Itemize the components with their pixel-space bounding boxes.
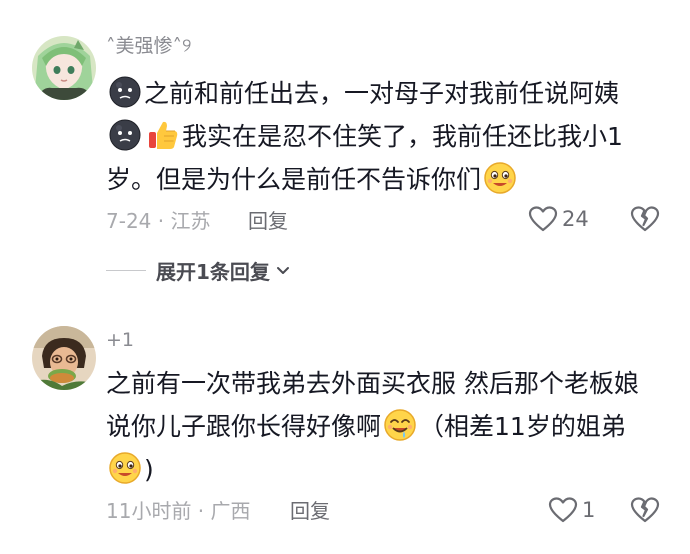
comment-meta: 11小时前 · 广西 [106, 499, 251, 523]
heart-outline-icon [548, 497, 578, 523]
comment-text-line-2a: 说你儿子跟你长得好像啊 [106, 412, 382, 441]
comment-line: 之前有一次带我弟去外面买衣服 然后那个老板娘 [106, 362, 666, 405]
comment-text-line-1: 之前有一次带我弟去外面买衣服 然后那个老板娘 [106, 369, 639, 398]
dislike-button[interactable] [630, 496, 660, 524]
comment-2: +1 之前有一次带我弟去外面买衣服 然后那个老板娘 说你儿子跟你长得好像啊 （相… [0, 0, 690, 554]
comment-line: ) [106, 448, 666, 491]
comment-text-line-3: ) [144, 455, 154, 484]
reply-button[interactable]: 回复 [290, 498, 330, 524]
like-button[interactable]: 1 [548, 496, 595, 524]
comment-line: 说你儿子跟你长得好像啊 （相差11岁的姐弟 [106, 405, 666, 448]
comment-username[interactable]: +1 [106, 328, 134, 352]
avatar[interactable] [32, 326, 96, 390]
comment-text-line-2b: （相差11岁的姐弟 [419, 412, 626, 441]
smiling-face-emoji [108, 451, 142, 485]
like-count: 1 [582, 498, 596, 522]
broken-heart-icon [630, 497, 660, 523]
comment-body: 之前有一次带我弟去外面买衣服 然后那个老板娘 说你儿子跟你长得好像啊 （相差11… [106, 362, 666, 491]
drooling-face-emoji [383, 408, 417, 442]
photo-avatar-image [32, 326, 96, 390]
